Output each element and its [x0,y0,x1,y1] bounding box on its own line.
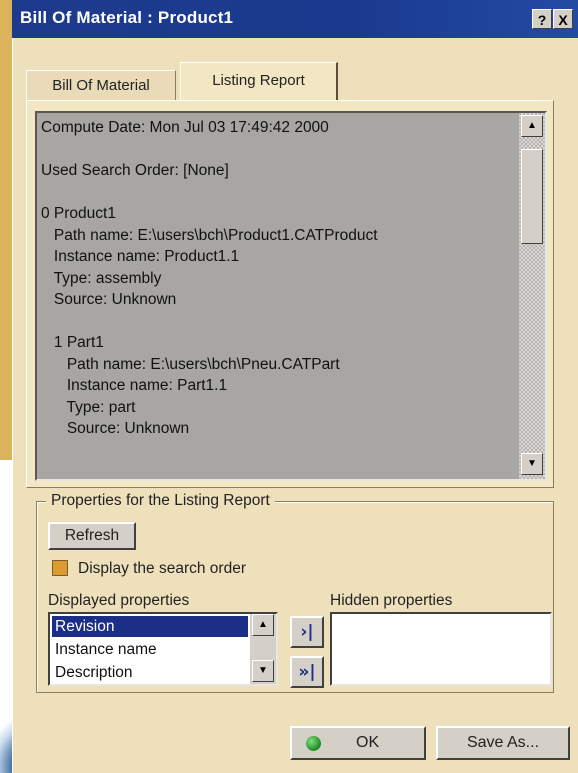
listing-report-panel: Compute Date: Mon Jul 03 17:49:42 2000 U… [26,100,554,488]
refresh-button[interactable]: Refresh [48,522,136,550]
report-line: Source: Unknown [41,291,177,308]
report-line: Type: assembly [41,269,162,287]
ok-button[interactable]: OK [290,726,426,760]
list-scrollbar[interactable]: ▲ ▼ [250,614,276,684]
displayed-properties-label: Displayed properties [48,592,190,609]
list-item[interactable]: Description [52,662,248,683]
move-all-to-hidden-button[interactable]: »| [290,656,324,688]
report-line: Type: part [41,398,136,416]
title-bar[interactable]: Bill Of Material : Product1 ? X [12,0,578,38]
window-title: Bill Of Material : Product1 [20,8,234,27]
ok-label: OK [356,734,380,751]
report-line: 0 Product1 [41,205,116,222]
report-text-area[interactable]: Compute Date: Mon Jul 03 17:49:42 2000 U… [35,111,547,481]
hidden-properties-list[interactable] [330,612,552,686]
report-line: Source: Unknown [41,420,190,437]
report-line: Path name: E:\users\bch\Product1.CATProd… [41,226,378,244]
report-line [41,139,515,161]
save-as-button[interactable]: Save As... [436,726,570,760]
report-line [41,182,515,204]
list-scroll-up-icon[interactable]: ▲ [252,614,274,636]
report-text: Compute Date: Mon Jul 03 17:49:42 2000 U… [41,117,515,440]
scroll-thumb[interactable] [521,149,543,244]
report-line: Used Search Order: [None] [41,162,229,179]
close-button[interactable]: X [553,9,573,29]
list-scroll-down-icon[interactable]: ▼ [252,660,274,682]
properties-group-title: Properties for the Listing Report [46,492,275,510]
display-search-order-label: Display the search order [78,560,246,577]
report-line: Instance name: Part1.1 [41,377,228,394]
move-to-hidden-button[interactable]: ›| [290,616,324,648]
scroll-up-arrow-icon[interactable]: ▲ [521,115,543,137]
list-item[interactable]: Instance name [52,639,248,660]
report-line: Path name: E:\users\bch\Pneu.CATPart [41,355,340,373]
displayed-properties-list[interactable]: Revision Instance name Description ▲ ▼ [48,612,278,686]
scroll-down-arrow-icon[interactable]: ▼ [521,453,543,475]
display-search-order-checkbox[interactable] [52,560,68,576]
report-line: Instance name: Product1.1 [41,248,240,265]
report-line: Compute Date: Mon Jul 03 17:49:42 2000 [41,119,329,136]
list-item[interactable]: Revision [52,616,248,637]
help-button[interactable]: ? [532,9,552,29]
report-line [41,311,515,333]
ok-status-icon [306,736,321,751]
hidden-properties-label: Hidden properties [330,592,453,609]
report-scrollbar[interactable]: ▲ ▼ [519,113,545,479]
tab-bill-of-material[interactable]: Bill Of Material [26,70,176,100]
tab-listing-report[interactable]: Listing Report [180,62,338,100]
report-line: 1 Part1 [41,334,104,351]
